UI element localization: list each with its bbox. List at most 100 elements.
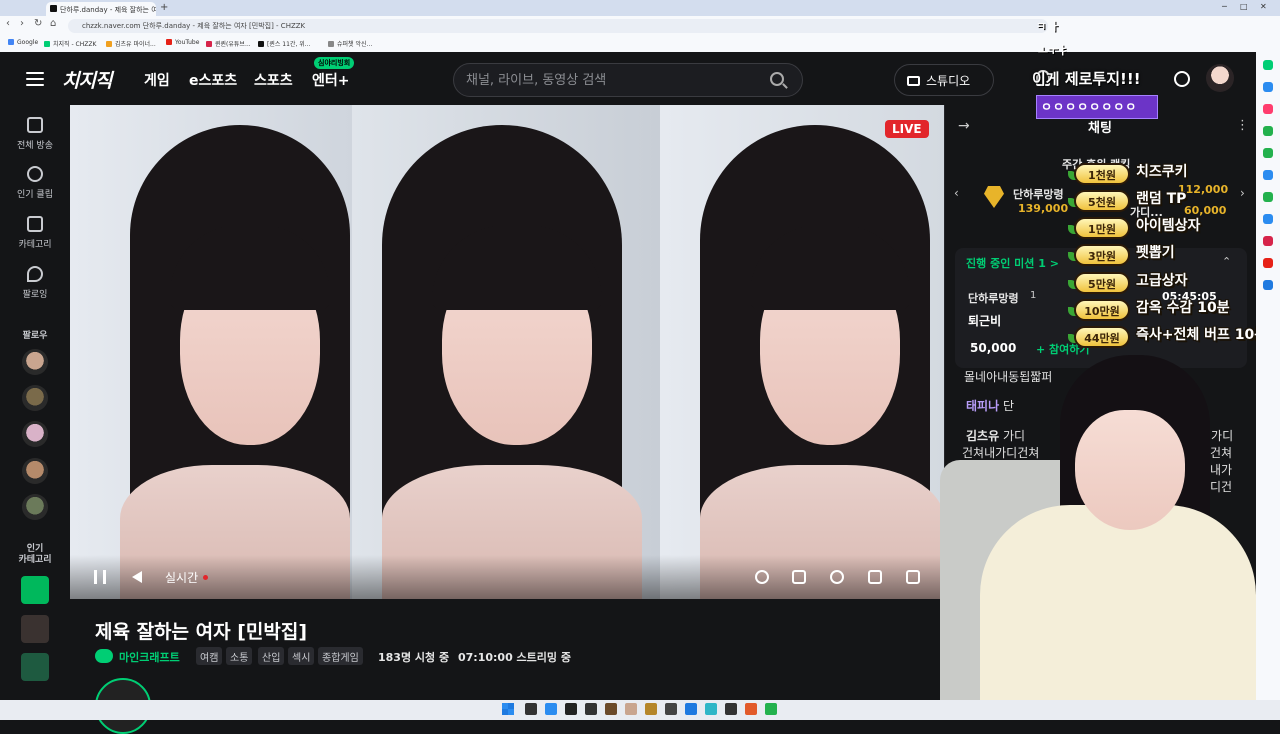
back-icon[interactable]: ‹ <box>6 18 10 29</box>
ranking-next-icon[interactable]: › <box>1240 186 1245 200</box>
following-channel-avatar[interactable] <box>22 494 48 520</box>
close-window-icon[interactable]: ✕ <box>1260 2 1267 11</box>
realtime-label[interactable]: 실시간 <box>165 569 198 586</box>
bookmark-item[interactable]: [퀸스 11간, 위... <box>258 39 311 48</box>
volume-icon[interactable] <box>132 571 142 583</box>
chzzk-favicon-icon <box>50 5 57 12</box>
taskbar-app-icon[interactable] <box>705 703 717 715</box>
search-icon[interactable] <box>770 72 784 86</box>
stream-tag[interactable]: 산입 <box>258 647 285 665</box>
streamer-face <box>1075 410 1185 530</box>
url-bar[interactable]: chzzk.naver.com 단하루.danday - 제육 잘하는 여자 [… <box>68 19 1048 33</box>
streamer-body <box>980 505 1256 720</box>
nav-esports[interactable]: e스포츠 <box>189 70 237 90</box>
side-app-icon[interactable] <box>1263 214 1273 224</box>
sidebar-item-all-live[interactable]: 전체 방송 <box>0 117 70 151</box>
side-app-icon[interactable] <box>1263 170 1273 180</box>
taskbar-app-icon[interactable] <box>765 703 777 715</box>
stream-tag[interactable]: 소통 <box>226 647 253 665</box>
mission-header[interactable]: 진행 중인 미션 1 > <box>966 255 1059 271</box>
profile-avatar[interactable] <box>1206 64 1234 92</box>
following-section-label: 팔로우 <box>22 331 48 341</box>
theater-mode-icon[interactable] <box>868 570 882 584</box>
windows-start-icon[interactable] <box>502 703 514 715</box>
taskbar-app-icon[interactable] <box>545 703 557 715</box>
collapse-chat-icon[interactable]: → <box>958 118 970 134</box>
category-thumbnail[interactable] <box>21 615 49 643</box>
menu-icon[interactable] <box>26 72 44 86</box>
chzzk-logo[interactable]: 치지직 <box>62 66 112 93</box>
browser-tab[interactable]: 단하루.danday - 제육 잘하는 여자 [민박집] - CHZZK <box>46 2 156 16</box>
side-app-icon[interactable] <box>1263 148 1273 158</box>
side-app-icon[interactable] <box>1263 192 1273 202</box>
taskbar-app-icon[interactable] <box>565 703 577 715</box>
studio-label: 스튜디오 <box>926 74 971 88</box>
side-app-icon[interactable] <box>1263 60 1273 70</box>
bookmark-item[interactable]: 퀸퀸(유튜브... <box>206 39 251 48</box>
taskbar-app-icon[interactable] <box>665 703 677 715</box>
clip-icon[interactable] <box>755 570 769 584</box>
following-channel-avatar[interactable] <box>22 385 48 411</box>
taskbar-app-icon[interactable] <box>725 703 737 715</box>
maximize-icon[interactable]: □ <box>1240 2 1248 11</box>
studio-button[interactable]: 스튜디오 <box>894 64 994 96</box>
sidebar-item-following[interactable]: 팔로잉 <box>0 266 70 300</box>
pause-icon[interactable] <box>94 570 106 584</box>
overlay-caption: ㅋ ㅏ <box>1036 20 1061 33</box>
following-channel-avatar[interactable] <box>22 349 48 375</box>
taskbar-app-icon[interactable] <box>625 703 637 715</box>
following-channel-avatar[interactable] <box>22 458 48 484</box>
settings-gear-icon[interactable] <box>830 570 844 584</box>
new-tab-button[interactable]: + <box>160 2 168 13</box>
video-player[interactable] <box>70 105 944 599</box>
fullscreen-icon[interactable] <box>906 570 920 584</box>
side-app-icon[interactable] <box>1263 82 1273 92</box>
taskbar-app-icon[interactable] <box>585 703 597 715</box>
side-app-icon[interactable] <box>1263 104 1273 114</box>
taskbar-app-icon[interactable] <box>525 703 537 715</box>
sidebar-item-clips[interactable]: 인기 클립 <box>0 166 70 200</box>
stream-uptime: 07:10:00 스트리밍 중 <box>458 651 571 664</box>
side-app-icon[interactable] <box>1263 236 1273 246</box>
reload-icon[interactable]: ↻ <box>34 18 42 29</box>
chevron-up-icon[interactable]: ⌃ <box>1222 255 1231 268</box>
nav-game[interactable]: 게임 <box>144 70 170 90</box>
following-channel-avatar[interactable] <box>22 421 48 447</box>
reward-price: 44만원 <box>1074 326 1130 348</box>
tab-strip <box>0 0 1280 16</box>
category-thumbnail[interactable] <box>21 576 49 604</box>
minimize-icon[interactable]: ─ <box>1222 2 1227 11</box>
theme-toggle-icon[interactable] <box>1174 71 1190 87</box>
side-app-icon[interactable] <box>1263 280 1273 290</box>
overlay-strip-text: ㅇㅇㅇㅇㅇㅇㅇㅇ <box>1041 100 1138 114</box>
bookmark-item[interactable]: Google <box>8 39 38 46</box>
taskbar-app-icon[interactable] <box>605 703 617 715</box>
game-category-link[interactable]: 마인크래프트 <box>119 649 180 665</box>
stream-tag[interactable]: 섹시 <box>288 647 315 665</box>
nav-enter[interactable]: 엔터+ <box>312 70 350 90</box>
overlay-caption: ㅗㅜㅑ <box>1038 44 1069 57</box>
search-input[interactable] <box>466 71 756 89</box>
chat-more-icon[interactable]: ⋮ <box>1236 118 1249 133</box>
bookmark-item[interactable]: 치지직 - CHZZK <box>44 39 96 48</box>
overlay-strip: ㅇㅇㅇㅇㅇㅇㅇㅇ <box>1036 95 1158 119</box>
bookmark-item[interactable]: 김츠유 마이너... <box>106 39 156 48</box>
side-app-icon[interactable] <box>1263 258 1273 268</box>
category-thumbnail[interactable] <box>21 653 49 681</box>
taskbar-app-icon[interactable] <box>745 703 757 715</box>
nav-sports[interactable]: 스포츠 <box>254 70 293 90</box>
stream-tag[interactable]: 여캠 <box>196 647 223 665</box>
heart-icon <box>27 266 43 282</box>
side-app-icon[interactable] <box>1263 126 1273 136</box>
stream-tag[interactable]: 종합게임 <box>318 647 363 665</box>
forward-icon[interactable]: › <box>20 18 24 29</box>
taskbar-app-icon[interactable] <box>645 703 657 715</box>
ranking-prev-icon[interactable]: ‹ <box>954 186 959 200</box>
pip-icon[interactable] <box>792 570 806 584</box>
bookmark-item[interactable]: YouTube <box>166 39 199 46</box>
sidebar-item-category[interactable]: 카테고리 <box>0 216 70 250</box>
ranking-name: 단하루망령 <box>1013 188 1064 201</box>
home-icon[interactable]: ⌂ <box>50 18 56 29</box>
taskbar-app-icon[interactable] <box>685 703 697 715</box>
bookmark-item[interactable]: 슈퍼챗 악신... <box>328 39 372 48</box>
